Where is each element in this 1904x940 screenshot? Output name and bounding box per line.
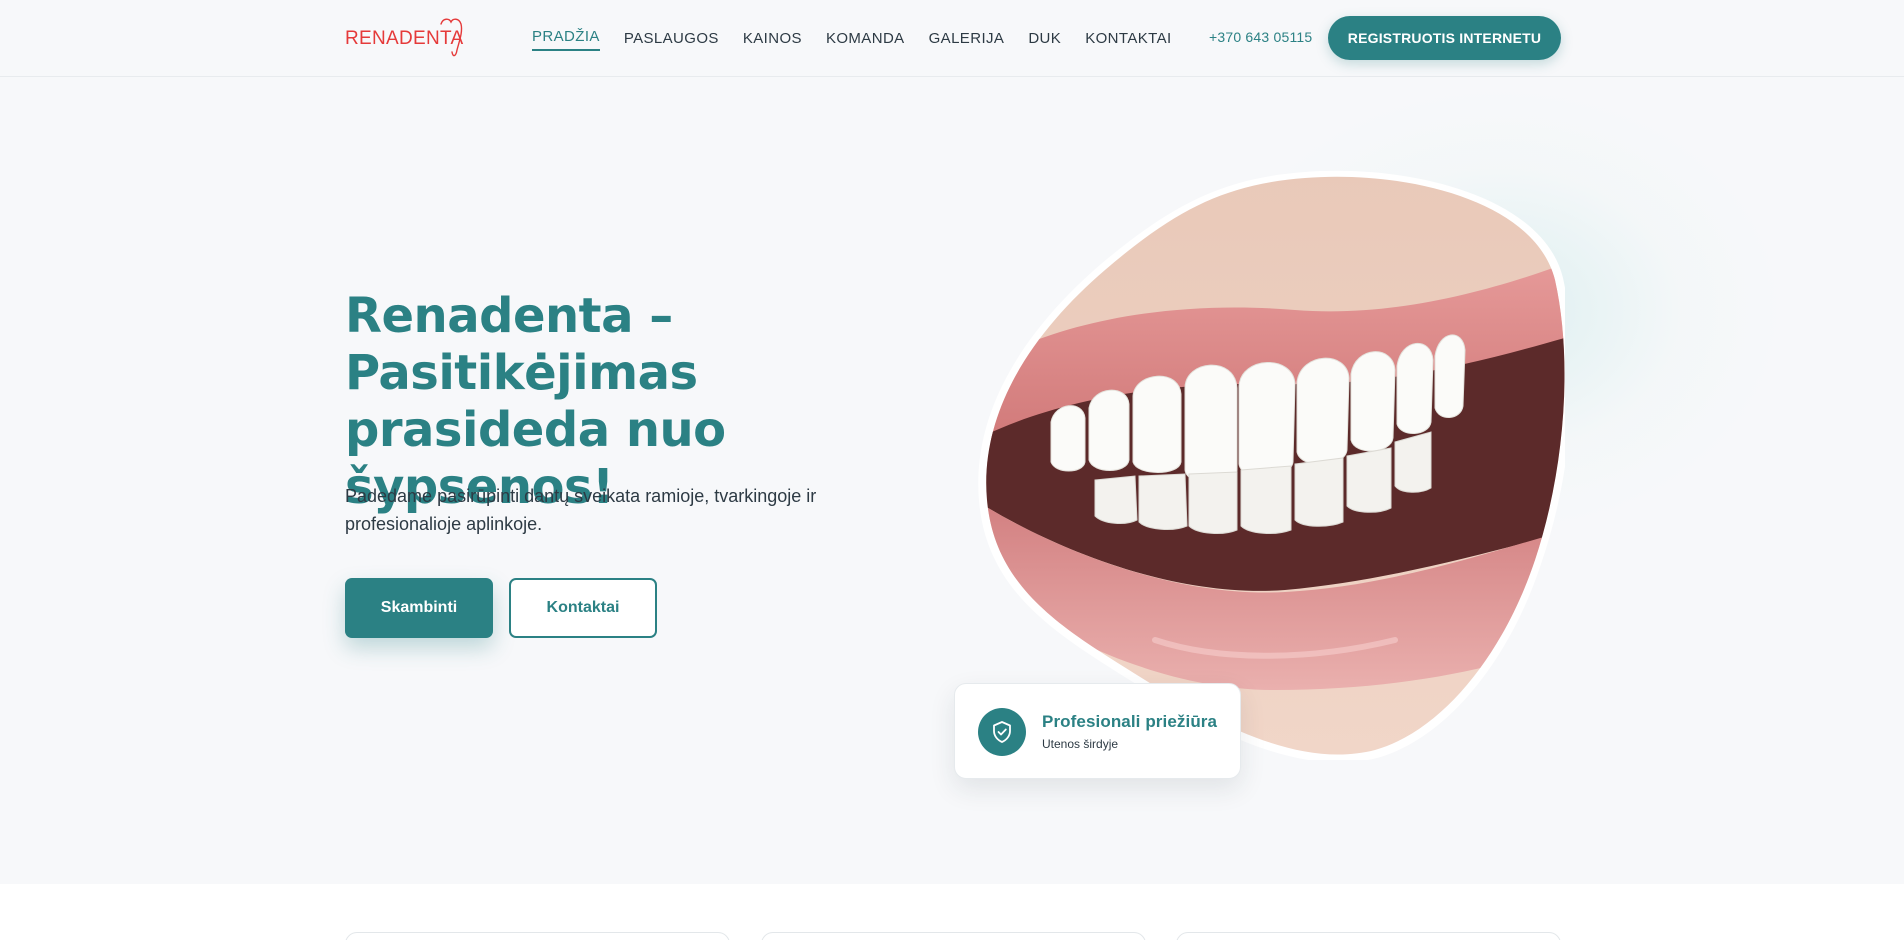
feature-card [345,932,730,940]
call-button[interactable]: Skambinti [345,578,493,638]
nav-item-galerija[interactable]: GALERIJA [929,0,1005,77]
contacts-button[interactable]: Kontaktai [509,578,657,638]
badge-title: Profesionali priežiūra [1042,712,1218,731]
badge-subtitle: Utenos širdyje [1042,737,1119,751]
smile-photo [975,170,1573,763]
site-header: RENADENTA PRADŽIA PASLAUGOS KAINOS KOMAN… [0,0,1904,77]
nav-item-duk[interactable]: DUK [1028,0,1061,77]
hero-subtitle: Padedame pasirūpinti dantų sveikata rami… [345,486,817,534]
feature-card [761,932,1146,940]
feature-card [1176,932,1561,940]
renadenta-logo[interactable]: RENADENTA [345,16,465,60]
professional-care-card: Profesionali priežiūra Utenos širdyje [954,683,1241,779]
smile-illustration [978,170,1573,763]
register-online-button[interactable]: REGISTRUOTIS INTERNETU [1328,16,1561,60]
nav-item-pradzia[interactable]: PRADŽIA [532,0,600,77]
nav-item-paslaugos[interactable]: PASLAUGOS [624,0,719,77]
main-nav: PRADŽIA PASLAUGOS KAINOS KOMANDA GALERIJ… [532,0,1196,77]
phone-link[interactable]: +370 643 05115 [1209,29,1312,45]
shield-check-icon [978,708,1026,756]
nav-item-kainos[interactable]: KAINOS [743,0,802,77]
nav-item-komanda[interactable]: KOMANDA [826,0,905,77]
tooth-logo-icon [440,18,463,57]
nav-item-kontaktai[interactable]: KONTAKTAI [1085,0,1171,77]
